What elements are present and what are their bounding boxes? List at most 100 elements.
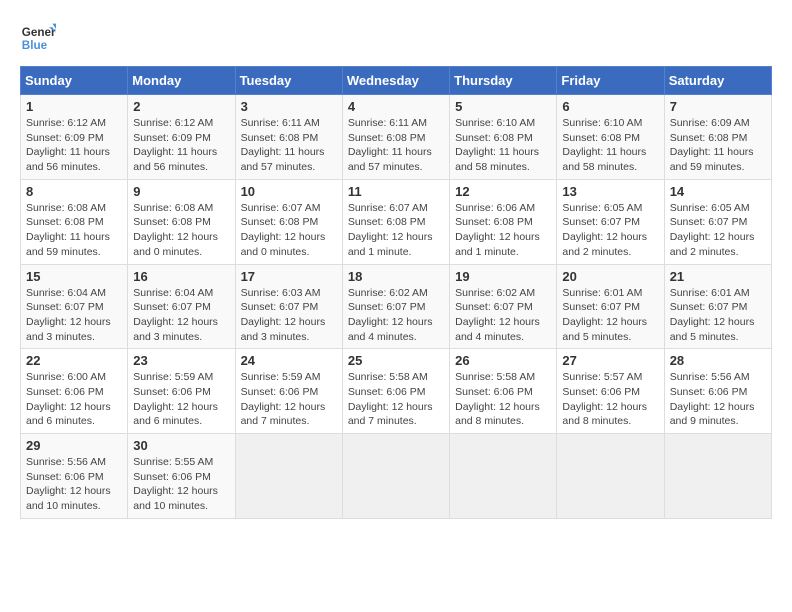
calendar-cell: 10 Sunrise: 6:07 AM Sunset: 6:08 PM Dayli… [235, 179, 342, 264]
day-number: 3 [241, 99, 337, 114]
calendar-cell: 20 Sunrise: 6:01 AM Sunset: 6:07 PM Dayli… [557, 264, 664, 349]
day-number: 20 [562, 269, 658, 284]
calendar-cell: 11 Sunrise: 6:07 AM Sunset: 6:08 PM Dayli… [342, 179, 449, 264]
day-number: 8 [26, 184, 122, 199]
day-info: Sunrise: 6:06 AM Sunset: 6:08 PM Dayligh… [455, 201, 551, 260]
day-number: 27 [562, 353, 658, 368]
day-info: Sunrise: 5:55 AM Sunset: 6:06 PM Dayligh… [133, 455, 229, 514]
calendar-cell: 12 Sunrise: 6:06 AM Sunset: 6:08 PM Dayli… [450, 179, 557, 264]
header-row: SundayMondayTuesdayWednesdayThursdayFrid… [21, 67, 772, 95]
day-number: 10 [241, 184, 337, 199]
day-info: Sunrise: 5:56 AM Sunset: 6:06 PM Dayligh… [670, 370, 766, 429]
day-info: Sunrise: 5:58 AM Sunset: 6:06 PM Dayligh… [455, 370, 551, 429]
day-number: 17 [241, 269, 337, 284]
day-number: 6 [562, 99, 658, 114]
day-info: Sunrise: 6:11 AM Sunset: 6:08 PM Dayligh… [241, 116, 337, 175]
day-number: 30 [133, 438, 229, 453]
day-info: Sunrise: 6:08 AM Sunset: 6:08 PM Dayligh… [26, 201, 122, 260]
day-info: Sunrise: 6:07 AM Sunset: 6:08 PM Dayligh… [241, 201, 337, 260]
day-info: Sunrise: 6:07 AM Sunset: 6:08 PM Dayligh… [348, 201, 444, 260]
day-number: 18 [348, 269, 444, 284]
day-number: 13 [562, 184, 658, 199]
day-info: Sunrise: 5:59 AM Sunset: 6:06 PM Dayligh… [133, 370, 229, 429]
week-row-4: 22 Sunrise: 6:00 AM Sunset: 6:06 PM Dayli… [21, 349, 772, 434]
day-info: Sunrise: 6:08 AM Sunset: 6:08 PM Dayligh… [133, 201, 229, 260]
calendar-cell: 24 Sunrise: 5:59 AM Sunset: 6:06 PM Dayli… [235, 349, 342, 434]
calendar-cell: 4 Sunrise: 6:11 AM Sunset: 6:08 PM Daylig… [342, 95, 449, 180]
calendar-cell: 26 Sunrise: 5:58 AM Sunset: 6:06 PM Dayli… [450, 349, 557, 434]
day-info: Sunrise: 6:12 AM Sunset: 6:09 PM Dayligh… [133, 116, 229, 175]
day-number: 21 [670, 269, 766, 284]
day-number: 4 [348, 99, 444, 114]
day-info: Sunrise: 6:01 AM Sunset: 6:07 PM Dayligh… [562, 286, 658, 345]
day-info: Sunrise: 6:10 AM Sunset: 6:08 PM Dayligh… [455, 116, 551, 175]
calendar-cell: 30 Sunrise: 5:55 AM Sunset: 6:06 PM Dayli… [128, 434, 235, 519]
calendar-cell: 27 Sunrise: 5:57 AM Sunset: 6:06 PM Dayli… [557, 349, 664, 434]
day-number: 14 [670, 184, 766, 199]
logo: General Blue [20, 20, 60, 56]
calendar-cell: 17 Sunrise: 6:03 AM Sunset: 6:07 PM Dayli… [235, 264, 342, 349]
calendar-cell: 14 Sunrise: 6:05 AM Sunset: 6:07 PM Dayli… [664, 179, 771, 264]
day-info: Sunrise: 6:03 AM Sunset: 6:07 PM Dayligh… [241, 286, 337, 345]
calendar-cell: 22 Sunrise: 6:00 AM Sunset: 6:06 PM Dayli… [21, 349, 128, 434]
day-number: 28 [670, 353, 766, 368]
day-number: 26 [455, 353, 551, 368]
day-number: 2 [133, 99, 229, 114]
day-number: 25 [348, 353, 444, 368]
logo-icon: General Blue [20, 20, 56, 56]
calendar-cell [342, 434, 449, 519]
day-info: Sunrise: 5:56 AM Sunset: 6:06 PM Dayligh… [26, 455, 122, 514]
day-info: Sunrise: 5:57 AM Sunset: 6:06 PM Dayligh… [562, 370, 658, 429]
calendar-cell: 16Sunrise: 6:04 AM Sunset: 6:07 PM Dayli… [128, 264, 235, 349]
week-row-1: 1 Sunrise: 6:12 AM Sunset: 6:09 PM Daylig… [21, 95, 772, 180]
day-info: Sunrise: 6:12 AM Sunset: 6:09 PM Dayligh… [26, 116, 122, 175]
header-cell-monday: Monday [128, 67, 235, 95]
day-info: Sunrise: 6:02 AM Sunset: 6:07 PM Dayligh… [455, 286, 551, 345]
calendar-cell: 23 Sunrise: 5:59 AM Sunset: 6:06 PM Dayli… [128, 349, 235, 434]
day-number: 15 [26, 269, 122, 284]
calendar-cell: 6 Sunrise: 6:10 AM Sunset: 6:08 PM Daylig… [557, 95, 664, 180]
day-info: Sunrise: 6:10 AM Sunset: 6:08 PM Dayligh… [562, 116, 658, 175]
day-number: 19 [455, 269, 551, 284]
day-number: 11 [348, 184, 444, 199]
day-info: Sunrise: 6:04 AM Sunset: 6:07 PM Dayligh… [26, 286, 122, 345]
calendar-cell: 8 Sunrise: 6:08 AM Sunset: 6:08 PM Daylig… [21, 179, 128, 264]
calendar-cell [557, 434, 664, 519]
header-cell-sunday: Sunday [21, 67, 128, 95]
day-number: 29 [26, 438, 122, 453]
calendar-cell: 18 Sunrise: 6:02 AM Sunset: 6:07 PM Dayli… [342, 264, 449, 349]
calendar-cell: 25Sunrise: 5:58 AM Sunset: 6:06 PM Dayli… [342, 349, 449, 434]
day-number: 9 [133, 184, 229, 199]
day-number: 5 [455, 99, 551, 114]
calendar-cell: 19 Sunrise: 6:02 AM Sunset: 6:07 PM Dayli… [450, 264, 557, 349]
calendar-cell: 13Sunrise: 6:05 AM Sunset: 6:07 PM Dayli… [557, 179, 664, 264]
day-number: 23 [133, 353, 229, 368]
calendar-cell: 2 Sunrise: 6:12 AM Sunset: 6:09 PM Daylig… [128, 95, 235, 180]
week-row-3: 15 Sunrise: 6:04 AM Sunset: 6:07 PM Dayli… [21, 264, 772, 349]
day-number: 12 [455, 184, 551, 199]
header: General Blue [20, 20, 772, 56]
calendar-cell: 3 Sunrise: 6:11 AM Sunset: 6:08 PM Daylig… [235, 95, 342, 180]
calendar-cell: 1 Sunrise: 6:12 AM Sunset: 6:09 PM Daylig… [21, 95, 128, 180]
calendar-cell: 9 Sunrise: 6:08 AM Sunset: 6:08 PM Daylig… [128, 179, 235, 264]
calendar-table: SundayMondayTuesdayWednesdayThursdayFrid… [20, 66, 772, 519]
svg-text:Blue: Blue [22, 39, 48, 52]
calendar-cell [664, 434, 771, 519]
day-info: Sunrise: 6:02 AM Sunset: 6:07 PM Dayligh… [348, 286, 444, 345]
header-cell-tuesday: Tuesday [235, 67, 342, 95]
day-info: Sunrise: 6:01 AM Sunset: 6:07 PM Dayligh… [670, 286, 766, 345]
calendar-cell [235, 434, 342, 519]
header-cell-thursday: Thursday [450, 67, 557, 95]
day-info: Sunrise: 6:00 AM Sunset: 6:06 PM Dayligh… [26, 370, 122, 429]
day-number: 24 [241, 353, 337, 368]
header-cell-friday: Friday [557, 67, 664, 95]
week-row-2: 8 Sunrise: 6:08 AM Sunset: 6:08 PM Daylig… [21, 179, 772, 264]
day-info: Sunrise: 6:05 AM Sunset: 6:07 PM Dayligh… [670, 201, 766, 260]
calendar-cell: 15 Sunrise: 6:04 AM Sunset: 6:07 PM Dayli… [21, 264, 128, 349]
day-number: 22 [26, 353, 122, 368]
day-info: Sunrise: 6:04 AM Sunset: 6:07 PM Dayligh… [133, 286, 229, 345]
day-info: Sunrise: 6:09 AM Sunset: 6:08 PM Dayligh… [670, 116, 766, 175]
day-info: Sunrise: 5:59 AM Sunset: 6:06 PM Dayligh… [241, 370, 337, 429]
day-info: Sunrise: 6:11 AM Sunset: 6:08 PM Dayligh… [348, 116, 444, 175]
day-number: 1 [26, 99, 122, 114]
